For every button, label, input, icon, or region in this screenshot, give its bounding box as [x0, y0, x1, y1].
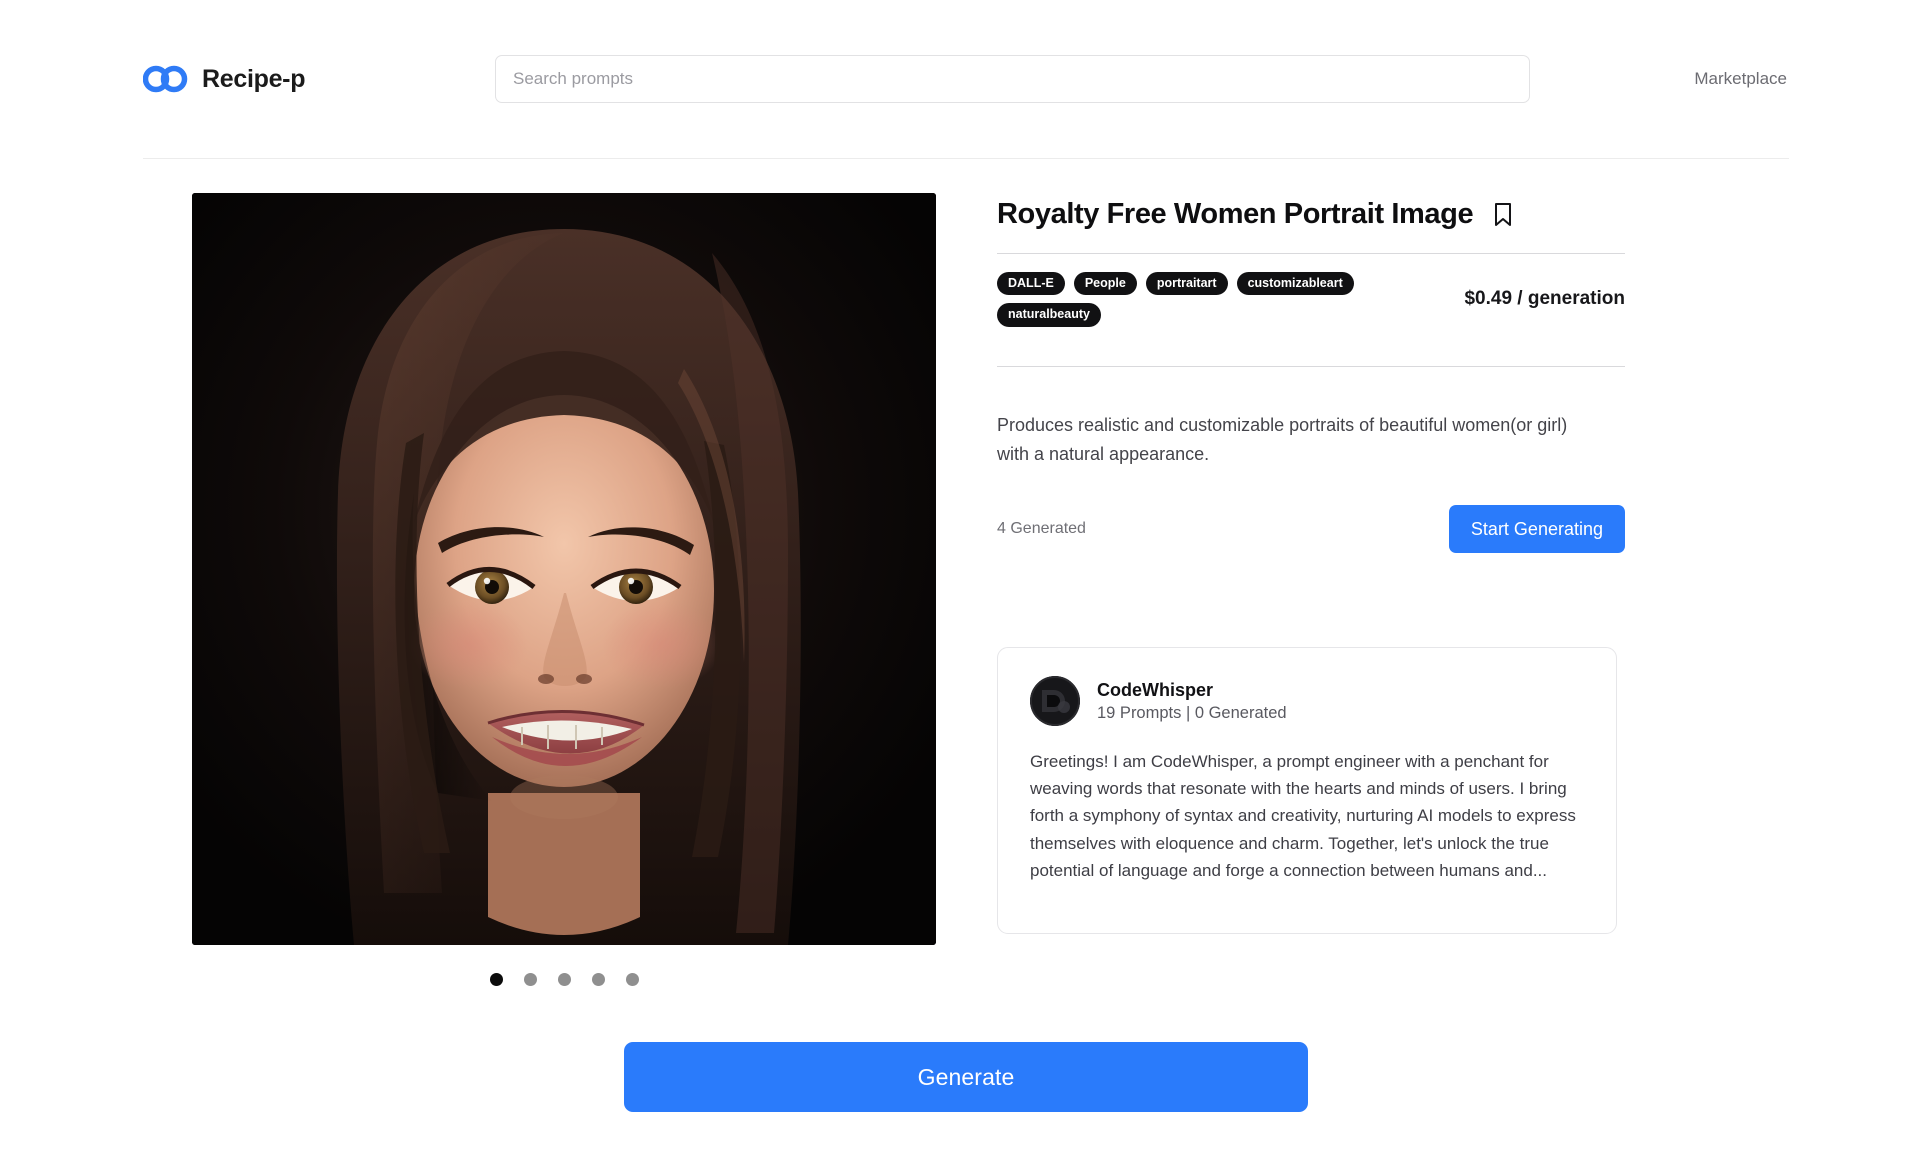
start-generating-button[interactable]: Start Generating: [1448, 505, 1625, 554]
author-meta: CodeWhisper 19 Prompts | 0 Generated: [1097, 680, 1287, 723]
divider-bottom: [997, 365, 1625, 367]
author-bio: Greetings! I am CodeWhisper, a prompt en…: [1030, 752, 1576, 880]
avatar: [1030, 676, 1080, 727]
tag-list: DALL-E People portraitart customizablear…: [997, 271, 1397, 327]
tag-item[interactable]: customizableart: [1236, 271, 1354, 296]
media-column: [143, 193, 985, 986]
prompt-preview-image[interactable]: [192, 193, 936, 945]
brand-name: Recipe-p: [202, 64, 306, 93]
app-header: Recipe-p Marketplace: [143, 0, 1789, 159]
action-row: 4 Generated Start Generating: [997, 505, 1625, 554]
tag-item[interactable]: naturalbeauty: [997, 303, 1101, 327]
tag-item[interactable]: People: [1073, 271, 1137, 296]
title-row: Royalty Free Women Portrait Image: [997, 193, 1625, 232]
carousel-dot-1[interactable]: [489, 973, 503, 986]
app-root: Recipe-p Marketplace: [0, 0, 1932, 1162]
search-input[interactable]: [495, 55, 1530, 103]
detail-panel: Royalty Free Women Portrait Image DALL-E: [985, 193, 1625, 935]
author-card[interactable]: CodeWhisper 19 Prompts | 0 Generated Gre…: [997, 647, 1617, 935]
prompt-description: Produces realistic and customizable port…: [997, 414, 1568, 464]
generate-button[interactable]: Generate: [624, 1042, 1308, 1112]
meta-row: DALL-E People portraitart customizablear…: [997, 254, 1625, 345]
bookmark-button[interactable]: [1493, 202, 1513, 227]
carousel-dot-2[interactable]: [523, 973, 537, 986]
generated-count: 4 Generated: [997, 520, 1086, 538]
cta-row: Generate: [143, 1042, 1789, 1112]
author-stats: 19 Prompts | 0 Generated: [1097, 703, 1287, 722]
author-name: CodeWhisper: [1097, 679, 1214, 700]
author-header: CodeWhisper 19 Prompts | 0 Generated: [1030, 676, 1584, 727]
bookmark-icon: [1493, 202, 1513, 230]
main-content: Royalty Free Women Portrait Image DALL-E: [143, 159, 1789, 1162]
carousel-dot-3[interactable]: [557, 973, 571, 986]
carousel-dot-5[interactable]: [625, 973, 639, 986]
carousel-dot-4[interactable]: [591, 973, 605, 986]
price-label: $0.49 / generation: [1464, 288, 1625, 310]
double-circle-logo-icon: [143, 65, 189, 93]
detail-layout: Royalty Free Women Portrait Image DALL-E: [143, 159, 1789, 986]
brand-logo[interactable]: Recipe-p: [143, 65, 473, 94]
nav-link-marketplace[interactable]: Marketplace: [1694, 69, 1787, 89]
page-title: Royalty Free Women Portrait Image: [997, 198, 1474, 230]
carousel-dots: [489, 973, 639, 986]
tag-item[interactable]: DALL-E: [997, 271, 1065, 296]
header-nav: Marketplace: [1694, 69, 1789, 89]
tag-item[interactable]: portraitart: [1145, 271, 1228, 296]
search-container: [495, 55, 1530, 103]
